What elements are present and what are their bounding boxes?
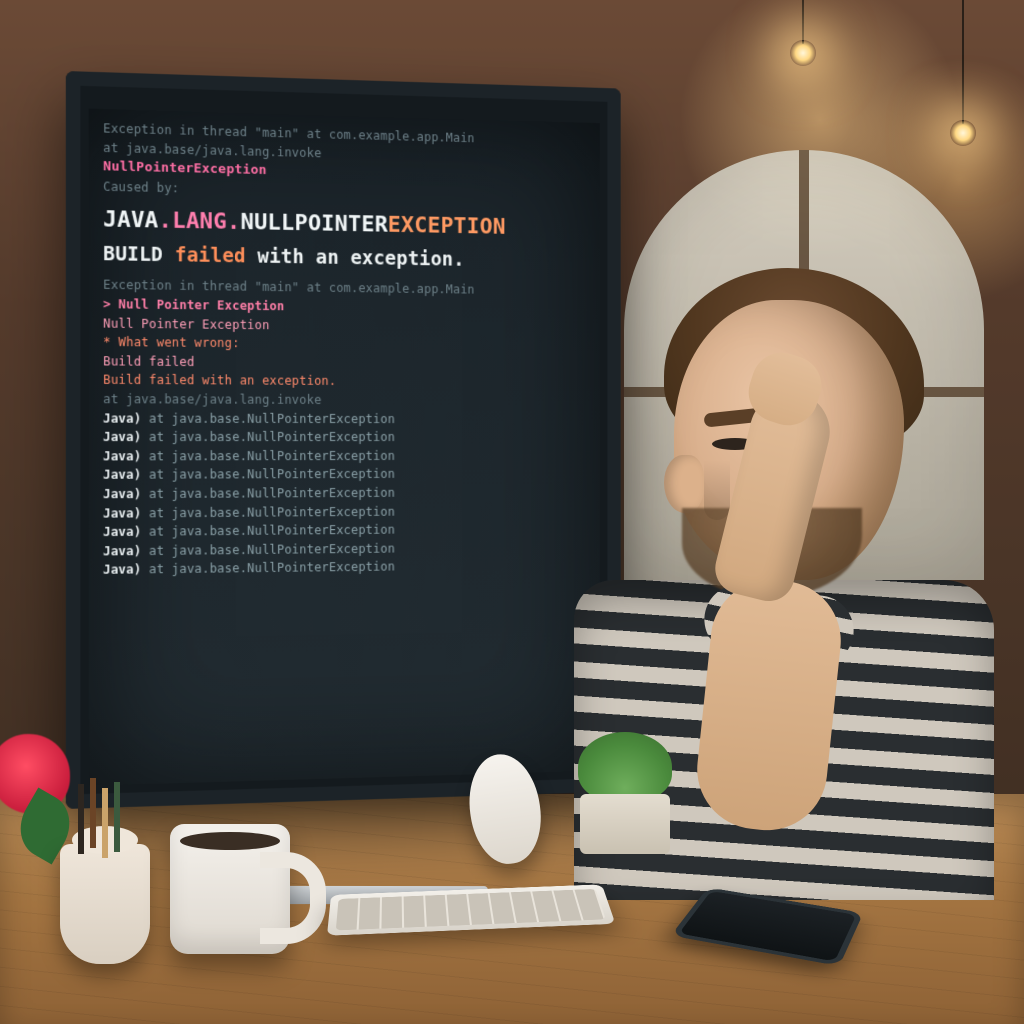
succulent	[578, 732, 672, 802]
text: EXCEPTION	[388, 213, 506, 240]
light-cord	[962, 0, 964, 124]
pencils	[78, 784, 84, 854]
text: failed	[175, 244, 258, 268]
stack-trace: Java) at java.base.NullPointerExceptionJ…	[103, 409, 586, 580]
pencil-cup	[60, 844, 150, 964]
stack-trace-line: Java) at java.base.NullPointerException	[103, 556, 586, 580]
plant-pot	[580, 794, 670, 854]
error-subheadline: BUILD failed with an exception.	[103, 240, 586, 277]
coffee-mug	[170, 824, 290, 954]
text: BUILD	[103, 243, 175, 267]
light-bulb-icon	[950, 120, 976, 146]
terminal-screen: Exception in thread "main" at com.exampl…	[89, 109, 600, 786]
stack-trace-line: Java) at java.base.NullPointerException	[103, 447, 586, 466]
error-headline: JAVA.LANG.NULLPOINTEREXCEPTION	[103, 203, 586, 246]
light-bulb-icon	[790, 40, 816, 66]
error-line: Build failed with an exception.	[103, 371, 586, 392]
text: .LANG.	[158, 208, 240, 235]
text: with an exception.	[257, 245, 464, 270]
text: NULL	[240, 210, 294, 236]
log-line: at java.base/java.lang.invoke	[103, 390, 586, 410]
succulent-plant	[560, 734, 680, 854]
stack-trace-line: Java) at java.base.NullPointerException	[103, 409, 586, 428]
stack-trace-line: Java) at java.base.NullPointerException	[103, 465, 586, 485]
monitor: Exception in thread "main" at com.exampl…	[66, 71, 621, 809]
text: POINTER	[295, 211, 388, 238]
text: JAVA	[103, 207, 158, 234]
ear	[664, 455, 704, 513]
stack-trace-line: Java) at java.base.NullPointerException	[103, 428, 586, 447]
terminal-output: Exception in thread "main" at com.exampl…	[89, 109, 600, 591]
scene-root: 144 ▌▌▌145 ▌▌▌146 ▌▌▌147 ▌▌▌148 ▌▌▌149 ▌…	[0, 0, 1024, 1024]
light-cord	[802, 0, 804, 44]
